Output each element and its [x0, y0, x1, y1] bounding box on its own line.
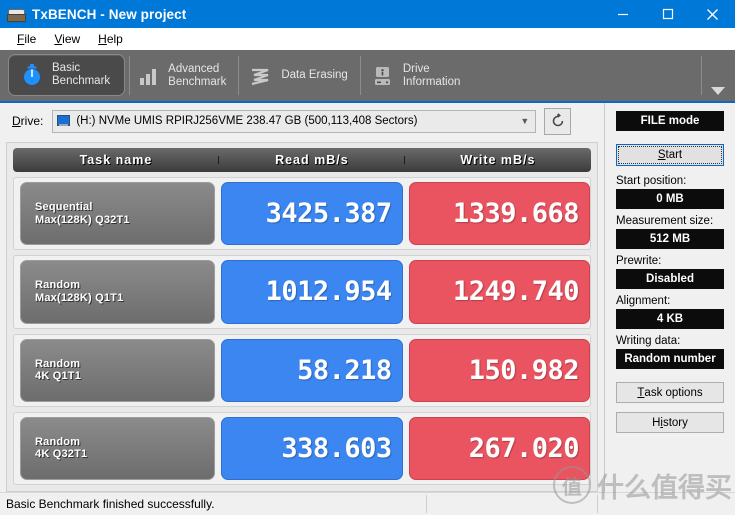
refresh-button[interactable]	[544, 107, 572, 135]
eraser-wave-icon	[248, 63, 274, 89]
read-value: 3425.387	[265, 198, 393, 230]
task-name-label: Random Max(128K) Q1T1	[35, 279, 124, 304]
tab-drive-information[interactable]: Drive Information	[359, 50, 473, 101]
menu-help-label: elp	[106, 31, 123, 46]
stopwatch-icon	[19, 62, 45, 88]
title-bar: TxBENCH - New project	[0, 0, 735, 28]
prewrite-label: Prewrite:	[616, 255, 662, 267]
chevron-down-icon: ▼	[520, 116, 530, 126]
drive-selector-row: Drive: (H:) NVMe UMIS RPIRJ256VME 238.47…	[0, 103, 604, 139]
header-write: Write mB/s	[403, 153, 591, 167]
header-task-name: Task name	[79, 153, 153, 167]
header-read: Read mB/s	[217, 153, 405, 167]
results-header-row: Task name Read mB/s Write mB/s	[13, 148, 591, 172]
options-sidebar: FILE mode Start Start position: 0 MB Mea…	[605, 103, 735, 492]
menu-view-label: iew	[62, 31, 81, 46]
tab-basic-benchmark-label: Basic Benchmark	[52, 62, 111, 87]
bar-chart-icon	[135, 63, 161, 89]
start-position-label: Start position:	[616, 175, 687, 187]
start-position-value[interactable]: 0 MB	[616, 189, 724, 209]
write-value-cell: 267.020	[408, 416, 590, 480]
refresh-icon	[552, 113, 564, 127]
tab-basic-benchmark[interactable]: Basic Benchmark	[8, 54, 126, 96]
writing-data-label: Writing data:	[616, 335, 681, 347]
write-value-cell: 1249.740	[408, 260, 590, 324]
read-value-cell: 58.218	[221, 338, 403, 402]
drive-combobox[interactable]: (H:) NVMe UMIS RPIRJ256VME 238.47 GB (50…	[52, 109, 537, 133]
status-message: Basic Benchmark finished successfully.	[6, 497, 215, 511]
minimize-button[interactable]	[600, 0, 645, 28]
results-panel: Task name Read mB/s Write mB/s Sequentia…	[6, 142, 598, 492]
measurement-size-value[interactable]: 512 MB	[616, 229, 724, 249]
write-value: 150.982	[468, 354, 580, 386]
menu-help[interactable]: Help	[89, 32, 132, 46]
task-options-button[interactable]: Task options	[616, 382, 724, 403]
window-title: TxBENCH - New project	[32, 6, 187, 22]
task-name-cell: Random Max(128K) Q1T1	[20, 260, 216, 324]
read-value-cell: 3425.387	[221, 182, 403, 246]
read-value-cell: 1012.954	[221, 260, 403, 324]
close-button[interactable]	[690, 0, 735, 28]
tab-strip: Basic Benchmark Advanced Benchmark Data …	[0, 50, 735, 103]
history-button[interactable]: Hi story	[616, 412, 724, 433]
menu-view[interactable]: View	[45, 32, 89, 46]
read-value-cell: 338.603	[221, 416, 403, 480]
table-row: Random 4K Q1T1 58.218 150.982	[13, 333, 591, 407]
read-value: 58.218	[297, 354, 392, 386]
menu-file[interactable]: File	[8, 32, 45, 46]
status-bar: Basic Benchmark finished successfully.	[0, 492, 735, 515]
task-name-label: Random 4K Q1T1	[35, 357, 82, 383]
maximize-button[interactable]	[645, 0, 690, 28]
tab-data-erasing-label: Data Erasing	[281, 69, 348, 81]
read-value: 1012.954	[265, 276, 393, 308]
chevron-down-icon	[711, 87, 725, 95]
table-row: Sequential Max(128K) Q32T1 3425.387 1339…	[13, 177, 591, 251]
write-value: 267.020	[468, 432, 580, 464]
start-button[interactable]: Start	[616, 144, 724, 166]
drive-label: Drive:	[12, 114, 44, 128]
drive-selected-value: (H:) NVMe UMIS RPIRJ256VME 238.47 GB (50…	[76, 115, 418, 127]
task-name-cell: Random 4K Q32T1	[20, 416, 216, 480]
disk-icon	[7, 5, 26, 23]
prewrite-value[interactable]: Disabled	[616, 269, 724, 289]
write-value-cell: 150.982	[408, 338, 590, 402]
status-divider	[597, 495, 598, 513]
results-rows: Sequential Max(128K) Q32T1 3425.387 1339…	[13, 177, 591, 485]
tab-data-erasing[interactable]: Data Erasing	[238, 50, 359, 101]
write-value: 1249.740	[452, 276, 580, 308]
task-name-cell: Random 4K Q1T1	[20, 338, 216, 402]
drive-info-icon	[370, 63, 396, 89]
alignment-label: Alignment:	[616, 295, 671, 307]
tab-advanced-benchmark-label: Advanced Benchmark	[168, 62, 227, 88]
write-value: 1339.668	[452, 198, 580, 230]
alignment-value[interactable]: 4 KB	[616, 309, 724, 329]
task-name-label: Sequential Max(128K) Q32T1	[35, 201, 130, 226]
read-value: 338.603	[281, 432, 392, 464]
writing-data-value[interactable]: Random number	[616, 349, 724, 369]
status-divider	[426, 495, 427, 513]
tab-overflow-button[interactable]	[701, 50, 735, 101]
file-mode-indicator[interactable]: FILE mode	[616, 111, 724, 131]
task-name-label: Random 4K Q32T1	[35, 435, 88, 461]
tab-advanced-benchmark[interactable]: Advanced Benchmark	[125, 50, 238, 101]
menu-bar: File View Help	[0, 28, 735, 50]
left-pane: Drive: (H:) NVMe UMIS RPIRJ256VME 238.47…	[0, 103, 605, 492]
menu-file-label: ile	[24, 31, 37, 46]
task-name-cell: Sequential Max(128K) Q32T1	[20, 182, 216, 246]
measurement-size-label: Measurement size:	[616, 215, 714, 227]
drive-icon	[57, 115, 71, 127]
tab-drive-information-label: Drive Information	[402, 62, 461, 88]
table-row: Random 4K Q32T1 338.603 267.020	[13, 411, 591, 485]
content-area: Drive: (H:) NVMe UMIS RPIRJ256VME 238.47…	[0, 103, 735, 492]
table-row: Random Max(128K) Q1T1 1012.954 1249.740	[13, 255, 591, 329]
txbench-window: TxBENCH - New project File View Help Bas…	[0, 0, 735, 515]
window-controls	[600, 0, 735, 28]
write-value-cell: 1339.668	[408, 182, 590, 246]
